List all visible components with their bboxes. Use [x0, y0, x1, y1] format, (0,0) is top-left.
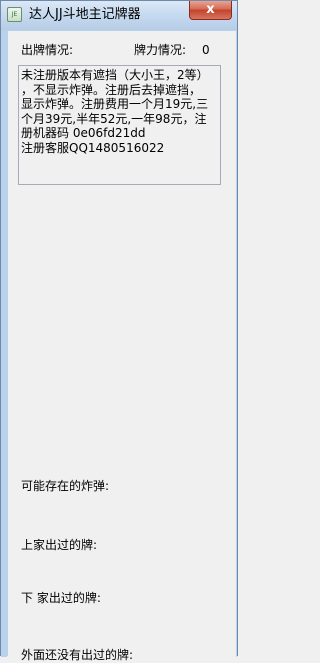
window-border-left [1, 31, 7, 657]
app-icon: JE [7, 7, 22, 22]
title-bar[interactable]: JE 达人JJ斗地主记牌器 x [1, 1, 237, 30]
info-line: ，不显示炸弹。注册后去掉遮挡， [21, 82, 202, 97]
info-line: 册机器码 0e06fd21dd [21, 126, 146, 140]
lower-player-played-label: 下 家出过的牌: [21, 591, 101, 605]
close-icon: x [206, 2, 215, 17]
close-button[interactable]: x [189, 1, 232, 20]
window-title: 达人JJ斗地主记牌器 [29, 7, 141, 22]
played-cards-label: 出牌情况: [21, 43, 74, 57]
info-line: 个月39元,半年52元,一年98元，注 [21, 111, 207, 126]
info-text-box[interactable]: 未注册版本有遮挡（大小王，2等） ，不显示炸弹。注册后去掉遮挡， 显示炸弹。注册… [18, 65, 221, 185]
info-line: 显示炸弹。注册费用一个月19元,三 [21, 97, 209, 111]
info-line: 未注册版本有遮挡（大小王，2等） [21, 68, 209, 82]
info-line: 注册客服QQ1480516022 [21, 140, 165, 155]
app-window: JE 达人JJ斗地主记牌器 x 出牌情况: 牌力情况: 0 未注册版本有遮挡（大… [0, 0, 238, 662]
upper-player-played-label: 上家出过的牌: [21, 538, 98, 552]
possible-bombs-label: 可能存在的炸弹: [21, 479, 110, 493]
hand-strength-value: 0 [202, 43, 210, 57]
hand-strength-label: 牌力情况: [134, 43, 187, 57]
